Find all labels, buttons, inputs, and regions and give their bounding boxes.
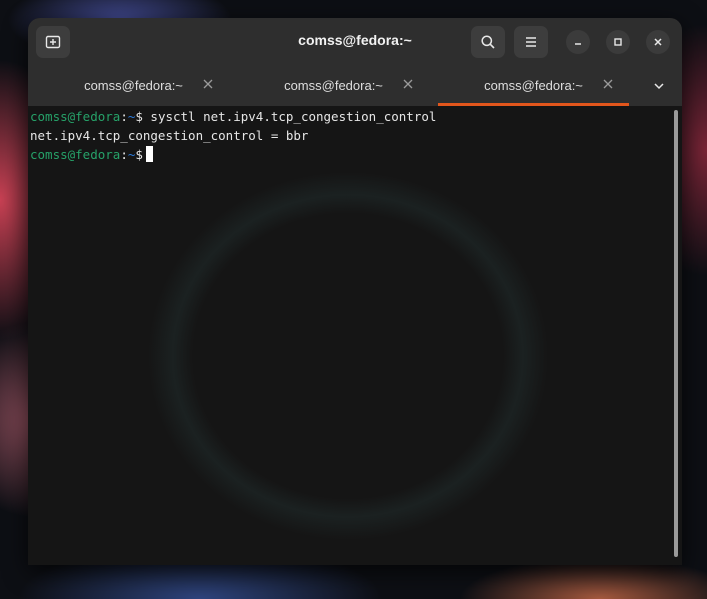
main-menu-button[interactable] xyxy=(514,26,548,58)
headerbar: comss@fedora:~ xyxy=(28,18,682,66)
tab-close-button[interactable] xyxy=(399,75,417,93)
close-icon xyxy=(203,79,213,89)
close-icon xyxy=(654,38,662,46)
search-icon xyxy=(481,35,495,49)
terminal-view[interactable]: comss@fedora:~$ sysctl net.ipv4.tcp_cong… xyxy=(28,106,682,565)
prompt-symbol: $ xyxy=(135,109,143,124)
tab-3[interactable]: comss@fedora:~ xyxy=(438,66,629,106)
close-icon xyxy=(603,79,613,89)
close-icon xyxy=(403,79,413,89)
tab-close-button[interactable] xyxy=(199,75,217,93)
maximize-button[interactable] xyxy=(606,30,630,54)
command-text: sysctl net.ipv4.tcp_congestion_control xyxy=(142,109,437,124)
prompt-user: comss@fedora xyxy=(30,147,121,162)
new-tab-icon xyxy=(45,35,61,49)
tab-2[interactable]: comss@fedora:~ xyxy=(238,66,429,106)
tab-1[interactable]: comss@fedora:~ xyxy=(38,66,229,106)
terminal-output-line: net.ipv4.tcp_congestion_control = bbr xyxy=(30,128,309,143)
prompt-symbol: $ xyxy=(135,147,143,162)
prompt-user: comss@fedora xyxy=(30,109,121,124)
tab-bar: comss@fedora:~ comss@fedora:~ comss@fedo… xyxy=(28,66,682,106)
minimize-button[interactable] xyxy=(566,30,590,54)
new-tab-button[interactable] xyxy=(36,26,70,58)
window-title: comss@fedora:~ xyxy=(298,32,412,48)
terminal-line: comss@fedora:~$ xyxy=(30,146,153,164)
prompt-colon: : xyxy=(120,109,128,124)
minimize-icon xyxy=(575,43,581,45)
close-button[interactable] xyxy=(646,30,670,54)
terminal-cursor xyxy=(145,146,153,162)
maximize-icon xyxy=(614,38,622,46)
terminal-window: comss@fedora:~ comss@fedora:~ comss@fedo… xyxy=(28,18,682,565)
tab-overview-button[interactable] xyxy=(642,74,676,98)
prompt-colon: : xyxy=(120,147,128,162)
terminal-line: comss@fedora:~$ sysctl net.ipv4.tcp_cong… xyxy=(30,108,436,126)
tab-close-button[interactable] xyxy=(599,75,617,93)
chevron-down-icon xyxy=(654,83,664,90)
terminal-scrollbar[interactable] xyxy=(674,110,678,557)
search-button[interactable] xyxy=(471,26,505,58)
hamburger-menu-icon xyxy=(526,37,536,47)
